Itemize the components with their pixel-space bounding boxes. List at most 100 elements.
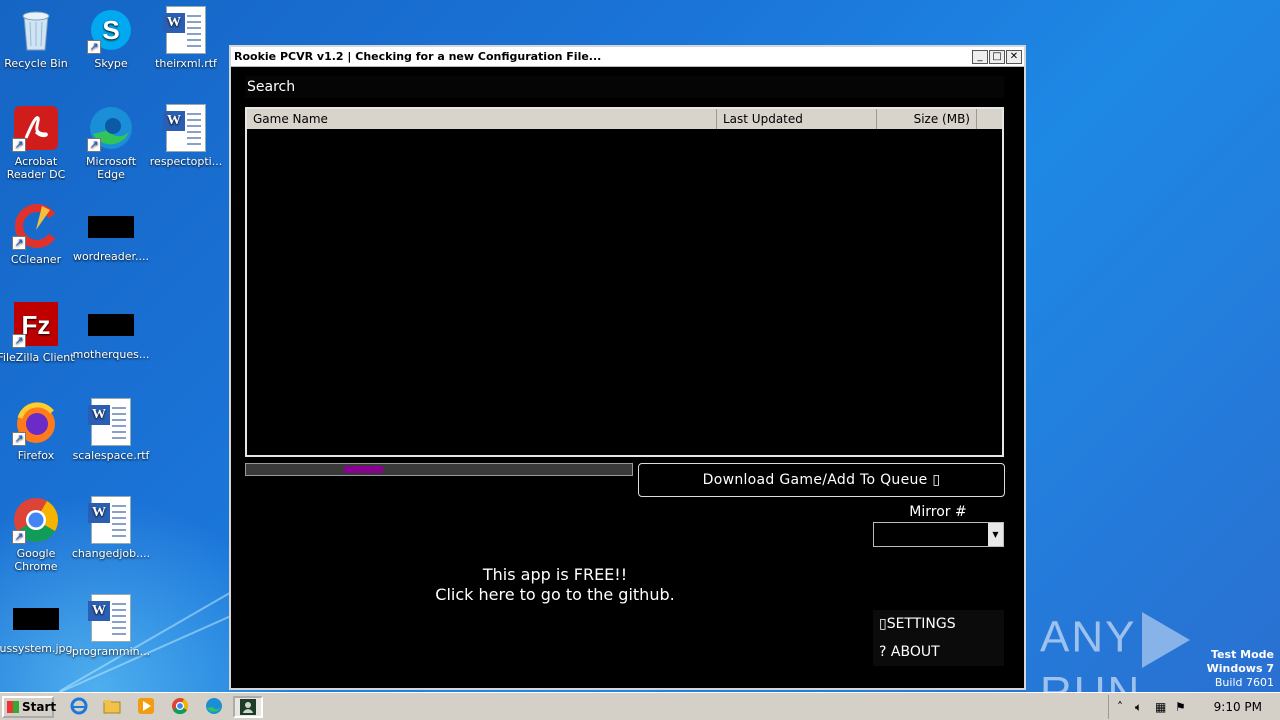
chrome-icon: ↗ [12, 496, 60, 544]
taskbar-clock[interactable]: 9:10 PM [1214, 700, 1262, 714]
shortcut-arrow-icon: ↗ [87, 138, 101, 152]
desktop-icon-ccleaner[interactable]: ↗ CCleaner [0, 202, 76, 266]
desktop-icon-firefox[interactable]: ↗ Firefox [0, 398, 76, 462]
github-link[interactable]: This app is FREE!! Click here to go to t… [381, 565, 729, 605]
word-document-icon [162, 6, 210, 54]
shortcut-arrow-icon: ↗ [12, 432, 26, 446]
desktop-icon-label: Acrobat Reader DC [6, 155, 66, 181]
ie-taskbar-icon[interactable] [68, 697, 90, 717]
desktop-icon-chrome[interactable]: ↗ Google Chrome [0, 496, 76, 573]
column-header-game-name[interactable]: Game Name [247, 109, 717, 129]
build-label: Build 7601 [1214, 676, 1274, 689]
desktop-icon-label: FileZilla Client [0, 351, 75, 364]
watermark-text-left: ANY [1040, 612, 1137, 662]
windows-logo-icon [7, 701, 19, 713]
desktop-icon-acrobat[interactable]: ↗ Acrobat Reader DC [0, 104, 76, 181]
recycle-bin-icon [12, 6, 60, 54]
desktop-icon-label: theirxml.rtf [155, 57, 217, 70]
desktop-icon-label: Skype [94, 57, 128, 70]
desktop-icon-recycle-bin[interactable]: Recycle Bin [0, 6, 76, 70]
dropdown-arrow-icon[interactable]: ▼ [988, 523, 1003, 546]
settings-button[interactable]: ▯SETTINGS [873, 610, 1004, 638]
shortcut-arrow-icon: ↗ [12, 530, 26, 544]
desktop-icon-programmin[interactable]: programmin... [71, 594, 151, 658]
desktop-icon-label: Google Chrome [14, 547, 58, 573]
start-label: Start [22, 700, 57, 714]
about-button[interactable]: ? ABOUT [873, 638, 1004, 666]
desktop-icon-label: scalespace.rtf [72, 449, 150, 462]
word-document-icon [87, 398, 135, 446]
desktop-icon-label: Firefox [17, 449, 55, 462]
desktop-icon-filezilla[interactable]: Fz ↗ FileZilla Client [0, 300, 76, 364]
word-document-icon [162, 104, 210, 152]
test-mode-label: Test Mode [1211, 648, 1274, 661]
action-center-flag-icon[interactable]: ⚑ [1175, 700, 1186, 714]
game-list-grid[interactable]: Game Name Last Updated Size (MB) [245, 107, 1004, 457]
shortcut-arrow-icon: ↗ [87, 40, 101, 54]
window-controls: _ □ ✕ [972, 49, 1024, 64]
github-link-text[interactable]: Click here to go to the github. [381, 585, 729, 605]
skype-icon: S ↗ [87, 6, 135, 54]
close-button[interactable]: ✕ [1006, 49, 1022, 64]
desktop-icon-ussystem[interactable]: ussystem.jpg [0, 594, 76, 655]
volume-icon[interactable]: 🔈︎ [1135, 700, 1142, 715]
ccleaner-icon: ↗ [12, 202, 60, 250]
desktop-icon-label: changedjob.... [71, 547, 151, 560]
desktop-icon-label: wordreader.... [72, 250, 150, 263]
desktop-icon-label: Recycle Bin [4, 57, 68, 70]
taskbar: Start ˄ 🔈︎ ▦ ⚑ 9:10 PM [0, 692, 1280, 720]
start-button[interactable]: Start [2, 696, 57, 718]
black-thumbnail-icon [13, 608, 59, 630]
side-menu: ▯SETTINGS ? ABOUT [873, 610, 1004, 666]
acrobat-reader-icon: ↗ [12, 104, 60, 152]
desktop-icon-scalespace[interactable]: scalespace.rtf [71, 398, 151, 462]
desktop-icon-skype[interactable]: S ↗ Skype [71, 6, 151, 70]
desktop-icon-label: Microsoft Edge [85, 155, 137, 181]
explorer-taskbar-icon[interactable] [101, 697, 123, 717]
edge-taskbar-icon[interactable] [203, 697, 225, 717]
desktop-icon-label: programmin... [71, 645, 151, 658]
rookie-taskbar-icon[interactable] [233, 696, 263, 718]
minimize-button[interactable]: _ [972, 49, 988, 64]
shortcut-arrow-icon: ↗ [12, 334, 26, 348]
play-logo-icon [1142, 612, 1191, 668]
mirror-select[interactable]: ▼ [873, 522, 1004, 547]
word-document-icon [87, 496, 135, 544]
media-player-taskbar-icon[interactable] [135, 697, 157, 717]
shortcut-arrow-icon: ↗ [12, 236, 26, 250]
network-icon[interactable]: ▦ [1155, 700, 1166, 714]
black-thumbnail-icon [88, 314, 134, 336]
desktop-icon-label: motherques... [72, 348, 150, 361]
desktop-icon-edge[interactable]: ↗ Microsoft Edge [71, 104, 151, 181]
edge-icon: ↗ [87, 104, 135, 152]
window-title: Rookie PCVR v1.2 | Checking for a new Co… [234, 50, 602, 63]
filezilla-icon: Fz ↗ [12, 300, 60, 348]
column-header-last-updated[interactable]: Last Updated [717, 109, 877, 129]
progress-fill [344, 466, 383, 473]
download-progress-bar [245, 463, 633, 476]
desktop-icon-label: respectopti... [149, 155, 223, 168]
test-mode-notice: Test Mode Windows 7 Build 7601 [1207, 648, 1274, 690]
column-header-filler [977, 109, 1002, 129]
show-hidden-icons-icon[interactable]: ˄ [1117, 700, 1123, 714]
download-game-button[interactable]: Download Game/Add To Queue ▯ [638, 463, 1005, 497]
os-label: Windows 7 [1206, 662, 1274, 675]
mirror-label: Mirror # [909, 504, 967, 520]
system-tray: ˄ 🔈︎ ▦ ⚑ 9:10 PM [1108, 695, 1280, 719]
maximize-button[interactable]: □ [989, 49, 1005, 64]
search-input[interactable]: Search [245, 76, 1004, 98]
grid-header: Game Name Last Updated Size (MB) [247, 109, 1002, 129]
chrome-taskbar-icon[interactable] [169, 697, 191, 717]
word-document-icon [87, 594, 135, 642]
desktop-icon-wordreader[interactable]: wordreader.... [71, 202, 151, 263]
desktop-icon-label: CCleaner [10, 253, 62, 266]
shortcut-arrow-icon: ↗ [12, 138, 26, 152]
column-header-size[interactable]: Size (MB) [877, 109, 977, 129]
firefox-icon: ↗ [12, 398, 60, 446]
desktop-icon-theirxml[interactable]: theirxml.rtf [146, 6, 226, 70]
window-titlebar[interactable]: Rookie PCVR v1.2 | Checking for a new Co… [231, 47, 1024, 67]
desktop-icon-respectopti[interactable]: respectopti... [146, 104, 226, 168]
desktop-icon-motherques[interactable]: motherques... [71, 300, 151, 361]
black-thumbnail-icon [88, 216, 134, 238]
desktop-icon-changedjob[interactable]: changedjob.... [71, 496, 151, 560]
